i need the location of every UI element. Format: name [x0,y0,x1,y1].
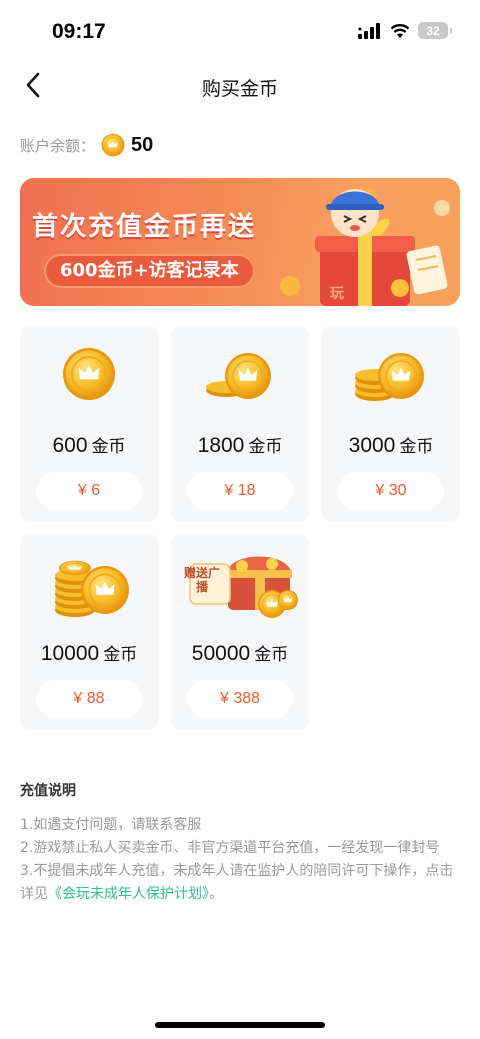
recharge-notes: 充值说明 1.如遇支付问题，请联系客服 2.游戏禁止私人买卖金币、非官方渠道平台… [20,780,465,906]
amount-value: 3000 [348,434,396,457]
notes-title: 充值说明 [20,783,76,799]
notes-line-3-end: 。 [209,886,223,902]
amount-unit: 金币 [248,437,283,457]
banner-title: 首次充值金币再送 [32,212,257,242]
gift-box-mascot-illustration: 玩 [280,189,450,306]
gift-broadcast-badge: 赠送广播 [184,566,221,594]
price-button[interactable]: ¥ 88 [36,680,142,718]
wifi-icon [390,23,410,38]
balance-label: 账户余额： [20,136,96,155]
amount-value: 50000 [191,642,251,665]
banner-art-text: 玩 [330,286,344,302]
nav-bar: 购买金币 [0,60,480,110]
coin-single-icon [62,347,116,401]
notes-line-2: 2.游戏禁止私人买卖金币、非官方渠道平台充值，一经发现一律封号 [20,840,440,856]
price-button[interactable]: ¥ 388 [187,680,293,718]
amount-value: 10000 [40,642,100,665]
price-button[interactable]: ¥ 30 [338,472,444,510]
package-card-1800[interactable]: 1800 金币 ¥ 18 [171,326,309,521]
page-title: 购买金币 [201,78,278,100]
coin-stack-icon [355,352,425,401]
amount-value: 600 [52,434,88,457]
battery-icon: 32 [418,22,452,39]
status-icons: 32 [358,22,452,39]
package-amount: 10000 金币 [20,640,158,666]
amount-unit: 金币 [399,437,434,457]
package-card-3000[interactable]: 3000 金币 ¥ 30 [322,326,460,521]
coin-pile-icon [55,560,130,617]
battery-level: 32 [426,23,440,38]
notes-line-3: 3.不提倡未成年人充值，未成年人请在监护人的陪同许可下操作，点击详见《会玩未成年… [20,860,465,906]
balance-value: 50 [131,133,154,156]
package-amount: 50000 金币 [171,640,309,666]
amount-unit: 金币 [254,645,289,665]
amount-unit: 金币 [91,437,126,457]
amount-unit: 金币 [103,645,138,665]
package-amount: 3000 金币 [322,432,460,458]
package-card-50000[interactable]: 赠送广播 50000 金币 ¥ 388 [171,534,309,729]
status-bar: 09:17 32 [0,0,480,60]
account-balance: 账户余额： 50 [20,130,153,160]
coin-pair-icon [206,352,272,400]
coin-icon [101,133,125,157]
signal-icon [358,22,380,39]
banner-subtitle: 600金币+访客记录本 [44,254,255,288]
package-card-10000[interactable]: 10000 金币 ¥ 88 [20,534,158,729]
home-indicator[interactable] [155,1022,325,1028]
package-card-600[interactable]: 600 金币 ¥ 6 [20,326,158,521]
status-time: 09:17 [52,20,106,43]
amount-value: 1800 [197,434,245,457]
minor-protection-link[interactable]: 《会玩未成年人保护计划》 [48,886,209,902]
package-amount: 600 金币 [20,432,158,458]
first-recharge-banner[interactable]: 首次充值金币再送 600金币+访客记录本 玩 [20,178,460,306]
price-button[interactable]: ¥ 6 [36,472,142,510]
price-button[interactable]: ¥ 18 [187,472,293,510]
notes-line-1: 1.如遇支付问题，请联系客服 [20,817,202,833]
package-amount: 1800 金币 [171,432,309,458]
